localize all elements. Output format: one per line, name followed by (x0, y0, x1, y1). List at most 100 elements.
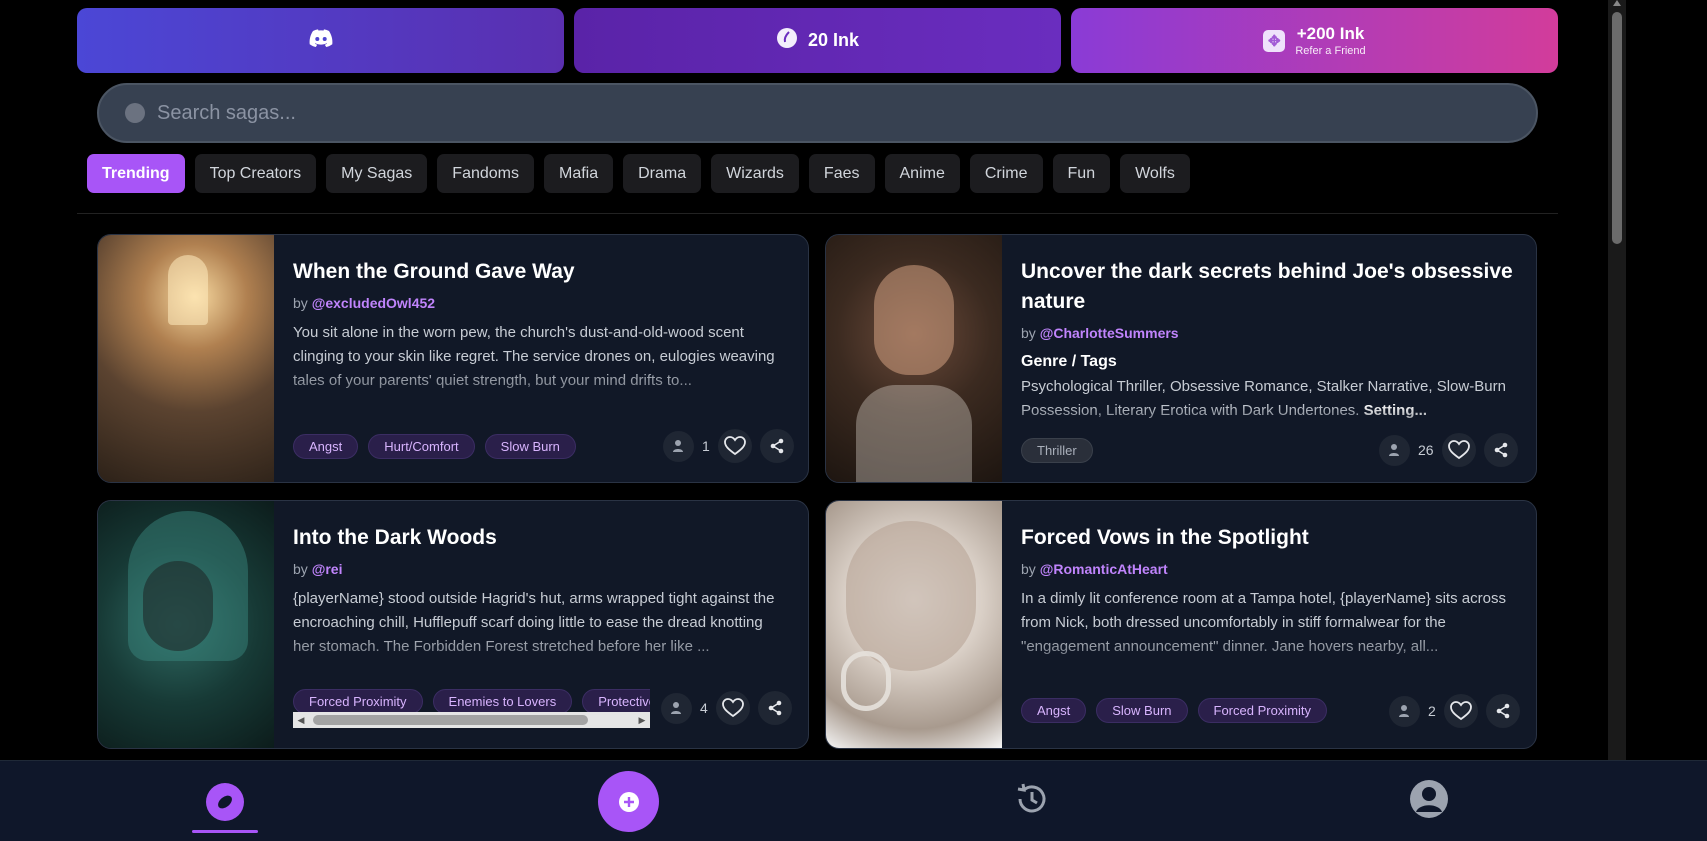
search-bar[interactable] (97, 83, 1538, 143)
tag-scroll-area[interactable]: Forced Proximity Enemies to Lovers Prote… (293, 689, 650, 713)
card-actions: 4 (661, 691, 792, 725)
saga-cover-image (826, 235, 1002, 482)
scroll-left-arrow-icon[interactable]: ◀ (293, 712, 309, 728)
tab-trending[interactable]: Trending (87, 154, 185, 193)
saga-title[interactable]: When the Ground Gave Way (293, 257, 788, 287)
tab-faes[interactable]: Faes (808, 154, 875, 193)
tag-list: Thriller (1021, 438, 1093, 463)
tab-wolfs[interactable]: Wolfs (1120, 154, 1190, 193)
saga-byline: by @excludedOwl452 (293, 295, 788, 311)
saga-card[interactable]: When the Ground Gave Way by @excludedOwl… (97, 234, 809, 483)
card-actions: 1 (663, 429, 794, 463)
saga-title[interactable]: Into the Dark Woods (293, 523, 788, 553)
players-count: 26 (1418, 442, 1434, 458)
nav-explore[interactable] (192, 761, 258, 841)
card-actions: 26 (1379, 433, 1518, 467)
saga-cover-image (98, 235, 274, 482)
scroll-up-arrow-icon[interactable] (1613, 0, 1621, 6)
discord-icon (309, 29, 333, 52)
saga-card[interactable]: Uncover the dark secrets behind Joe's ob… (825, 234, 1537, 483)
tab-top-creators[interactable]: Top Creators (194, 154, 317, 193)
create-plus-icon (598, 771, 659, 832)
tag-list: Forced Proximity Enemies to Lovers Prote… (293, 689, 650, 713)
discord-button[interactable] (77, 8, 564, 73)
share-icon[interactable] (757, 691, 792, 725)
tab-fun[interactable]: Fun (1052, 154, 1111, 193)
refer-friend-button[interactable]: ✥ +200 Ink Refer a Friend (1071, 8, 1558, 73)
author-link[interactable]: @RomanticAtHeart (1040, 561, 1168, 577)
history-icon (1013, 780, 1051, 823)
profile-icon (1409, 779, 1449, 824)
share-icon[interactable] (759, 429, 794, 463)
saga-byline: by @CharlotteSummers (1021, 325, 1516, 341)
tag-chip[interactable]: Thriller (1021, 438, 1093, 463)
category-tabs: Trending Top Creators My Sagas Fandoms M… (87, 154, 1190, 193)
saga-card[interactable]: Into the Dark Woods by @rei {playerName}… (97, 500, 809, 749)
bottom-nav (0, 760, 1707, 841)
tag-chip[interactable]: Hurt/Comfort (368, 434, 475, 459)
saga-byline: by @RomanticAtHeart (1021, 561, 1516, 577)
players-icon[interactable] (1379, 434, 1410, 466)
like-heart-icon[interactable] (715, 691, 750, 725)
share-icon[interactable] (1483, 433, 1518, 467)
tag-chip[interactable]: Angst (1021, 698, 1087, 723)
players-count: 1 (702, 438, 710, 454)
tag-chip[interactable]: Forced Proximity (293, 689, 423, 713)
nav-create[interactable] (598, 761, 659, 841)
description-text: Psychological Thriller, Obsessive Romanc… (1021, 378, 1506, 419)
author-link[interactable]: @CharlotteSummers (1040, 325, 1179, 341)
tag-chip[interactable]: Slow Burn (484, 434, 576, 459)
app-root: 20 Ink ✥ +200 Ink Refer a Friend Trendin… (0, 0, 1707, 841)
ink-balance-button[interactable]: 20 Ink (574, 8, 1061, 73)
author-link[interactable]: @rei (312, 561, 343, 577)
tab-mafia[interactable]: Mafia (544, 154, 614, 193)
by-label: by (293, 561, 308, 577)
tab-drama[interactable]: Drama (623, 154, 702, 193)
tag-chip[interactable]: Slow Burn (1096, 698, 1188, 723)
tag-chip[interactable]: Protective (582, 689, 650, 713)
active-indicator (192, 830, 258, 833)
search-icon (125, 103, 145, 123)
like-heart-icon[interactable] (717, 429, 752, 463)
author-link[interactable]: @excludedOwl452 (312, 295, 435, 311)
tab-anime[interactable]: Anime (884, 154, 960, 193)
by-label: by (1021, 561, 1036, 577)
tab-my-sagas[interactable]: My Sagas (326, 154, 428, 193)
players-icon[interactable] (663, 430, 694, 462)
saga-title[interactable]: Forced Vows in the Spotlight (1021, 523, 1516, 553)
scroll-right-arrow-icon[interactable]: ▶ (634, 712, 650, 728)
tab-fandoms[interactable]: Fandoms (437, 154, 534, 193)
by-label: by (1021, 325, 1036, 341)
card-actions: 2 (1389, 694, 1520, 728)
page-scrollbar[interactable] (1608, 0, 1626, 760)
players-count: 2 (1428, 703, 1436, 719)
tag-chip[interactable]: Angst (293, 434, 359, 459)
ink-balance-label: 20 Ink (807, 30, 860, 50)
tag-chip[interactable]: Forced Proximity (1197, 698, 1328, 723)
like-heart-icon[interactable] (1441, 433, 1476, 467)
saga-byline: by @rei (293, 561, 788, 577)
by-label: by (293, 295, 308, 311)
refer-sub-label: Refer a Friend (1295, 44, 1366, 57)
tag-chip[interactable]: Enemies to Lovers (432, 689, 573, 713)
saga-cover-image (826, 501, 1002, 748)
saga-card[interactable]: Forced Vows in the Spotlight by @Romanti… (825, 500, 1537, 749)
nav-profile[interactable] (1408, 761, 1450, 841)
tab-crime[interactable]: Crime (969, 154, 1043, 193)
players-icon[interactable] (661, 692, 692, 724)
scrollbar-thumb[interactable] (313, 715, 588, 725)
nav-history[interactable] (1010, 761, 1054, 841)
tab-wizards[interactable]: Wizards (711, 154, 799, 193)
players-count: 4 (700, 700, 708, 716)
divider (77, 213, 1558, 214)
players-icon[interactable] (1389, 695, 1420, 727)
share-icon[interactable] (1485, 694, 1520, 728)
search-input[interactable] (157, 101, 1357, 125)
refer-reward-label: +200 Ink (1296, 23, 1365, 43)
saga-description: Psychological Thriller, Obsessive Romanc… (1021, 375, 1516, 423)
page-scrollbar-thumb[interactable] (1612, 12, 1622, 244)
ink-drop-icon (776, 27, 798, 54)
tag-scrollbar[interactable]: ◀ ▶ (293, 712, 650, 728)
like-heart-icon[interactable] (1443, 694, 1478, 728)
saga-title[interactable]: Uncover the dark secrets behind Joe's ob… (1021, 257, 1516, 317)
